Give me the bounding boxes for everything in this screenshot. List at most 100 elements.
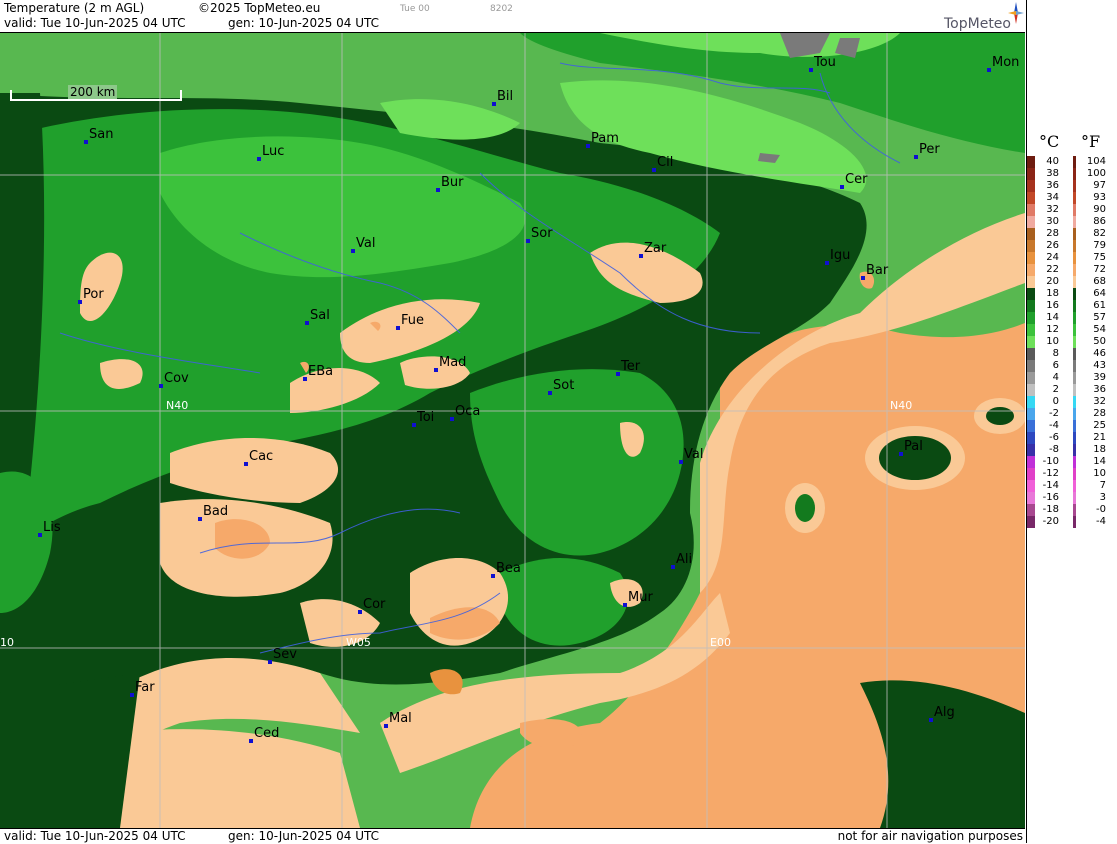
legend-fahrenheit-value: 50 — [1093, 336, 1106, 347]
city-marker[interactable]: Lis — [38, 520, 61, 537]
city-marker[interactable]: Mon — [987, 55, 1019, 72]
legend-fahrenheit-value: 39 — [1093, 372, 1106, 383]
legend-celsius-value: 10 — [1046, 336, 1059, 347]
legend-row: -20 -4 — [1027, 516, 1117, 528]
city-dot-icon — [384, 724, 388, 728]
city-marker[interactable]: Per — [914, 142, 940, 159]
legend-swatch-fahrenheit — [1073, 492, 1076, 504]
legend-swatch-fahrenheit — [1073, 156, 1076, 168]
city-marker[interactable]: Mal — [384, 711, 412, 728]
legend-swatch-fahrenheit — [1073, 348, 1076, 360]
legend-swatch-fahrenheit — [1073, 384, 1076, 396]
legend-celsius-value: -6 — [1049, 432, 1059, 443]
city-marker[interactable]: Cor — [358, 597, 385, 614]
legend-swatch-fahrenheit — [1073, 408, 1076, 420]
legend-swatch-celsius — [1027, 216, 1035, 228]
legend-row: 0 32 — [1027, 396, 1117, 408]
city-marker[interactable]: Bil — [492, 89, 513, 106]
legend-celsius-value: 34 — [1046, 192, 1059, 203]
legend-celsius-value: -14 — [1042, 480, 1059, 491]
legend-celsius-value: 12 — [1046, 324, 1059, 335]
city-marker[interactable]: Fue — [396, 313, 424, 330]
legend-fahrenheit-value: 100 — [1086, 168, 1106, 179]
city-dot-icon — [671, 565, 675, 569]
city-marker[interactable]: Igu — [825, 248, 850, 265]
city-marker[interactable]: Val — [351, 236, 375, 253]
city-marker[interactable]: Cov — [159, 371, 189, 388]
city-marker[interactable]: Ali — [671, 552, 692, 569]
city-marker[interactable]: EBa — [303, 364, 333, 381]
brand-logo: TopMeteo — [944, 16, 1011, 32]
city-marker[interactable]: Bar — [861, 263, 888, 280]
legend-swatch-fahrenheit — [1073, 252, 1076, 264]
legend-row: -16 3 — [1027, 492, 1117, 504]
city-dot-icon — [809, 68, 813, 72]
city-dot-icon — [914, 155, 918, 159]
city-marker[interactable]: San — [84, 127, 113, 144]
legend-swatch-fahrenheit — [1073, 468, 1076, 480]
legend-swatch-celsius — [1027, 300, 1035, 312]
legend-celsius-value: 18 — [1046, 288, 1059, 299]
city-marker[interactable]: Sot — [548, 378, 574, 395]
legend-fahrenheit-value: 86 — [1093, 216, 1106, 227]
city-marker[interactable]: Bad — [198, 504, 228, 521]
city-marker[interactable]: Cil — [652, 155, 673, 172]
legend-swatch-celsius — [1027, 336, 1035, 348]
city-marker[interactable]: Toi — [412, 410, 434, 427]
legend-row: -14 7 — [1027, 480, 1117, 492]
city-dot-icon — [899, 452, 903, 456]
legend-swatch-celsius — [1027, 288, 1035, 300]
city-marker[interactable]: Oca — [450, 404, 480, 421]
city-marker[interactable]: Far — [130, 680, 155, 697]
city-marker[interactable]: Sev — [268, 647, 297, 664]
legend-celsius-value: 14 — [1046, 312, 1059, 323]
city-marker[interactable]: Cer — [840, 172, 867, 189]
city-marker[interactable]: Val — [679, 447, 703, 464]
fahrenheit-unit: °F — [1081, 132, 1101, 151]
legend-fahrenheit-value: 72 — [1093, 264, 1106, 275]
legend-celsius-value: 6 — [1052, 360, 1059, 371]
city-dot-icon — [130, 693, 134, 697]
city-dot-icon — [244, 462, 248, 466]
legend-fahrenheit-value: 10 — [1093, 468, 1106, 479]
city-marker[interactable]: Ced — [249, 726, 279, 743]
city-dot-icon — [586, 144, 590, 148]
legend-fahrenheit-value: 104 — [1086, 156, 1106, 167]
legend-row: 24 75 — [1027, 252, 1117, 264]
legend-row: 40 104 — [1027, 156, 1117, 168]
celsius-unit: °C — [1039, 132, 1060, 151]
city-marker[interactable]: Sor — [526, 226, 553, 243]
legend-fahrenheit-value: 68 — [1093, 276, 1106, 287]
legend-celsius-value: -2 — [1049, 408, 1059, 419]
legend-celsius-value: 24 — [1046, 252, 1059, 263]
city-marker[interactable]: Zar — [639, 241, 666, 258]
city-marker[interactable]: Mad — [434, 355, 466, 372]
legend-celsius-value: 22 — [1046, 264, 1059, 275]
legend-swatch-fahrenheit — [1073, 168, 1076, 180]
legend-celsius-value: -16 — [1042, 492, 1059, 503]
city-marker[interactable]: Por — [78, 287, 104, 304]
city-marker[interactable]: Luc — [257, 144, 284, 161]
city-marker[interactable]: Pam — [586, 131, 619, 148]
city-marker[interactable]: Tou — [809, 55, 836, 72]
city-marker[interactable]: Bur — [436, 175, 464, 192]
legend-fahrenheit-value: 18 — [1093, 444, 1106, 455]
legend-row: 20 68 — [1027, 276, 1117, 288]
temperature-map[interactable]: 200 km N40 N40 W05 E00 10 Tou Mon Bil Sa… — [0, 33, 1025, 828]
city-marker[interactable]: Sal — [305, 308, 330, 325]
city-dot-icon — [412, 423, 416, 427]
city-marker[interactable]: Pal — [899, 439, 923, 456]
city-dot-icon — [159, 384, 163, 388]
city-marker[interactable]: Ter — [616, 359, 640, 376]
city-marker[interactable]: Alg — [929, 705, 955, 722]
legend-swatch-fahrenheit — [1073, 288, 1076, 300]
city-marker[interactable]: Mur — [623, 590, 653, 607]
city-marker[interactable]: Cac — [244, 449, 273, 466]
legend-swatch-fahrenheit — [1073, 216, 1076, 228]
city-dot-icon — [434, 368, 438, 372]
footer-disclaimer: not for air navigation purposes — [837, 829, 1023, 843]
legend-row: 22 72 — [1027, 264, 1117, 276]
legend-row: 38 100 — [1027, 168, 1117, 180]
city-marker[interactable]: Bea — [491, 561, 521, 578]
legend-swatch-celsius — [1027, 480, 1035, 492]
